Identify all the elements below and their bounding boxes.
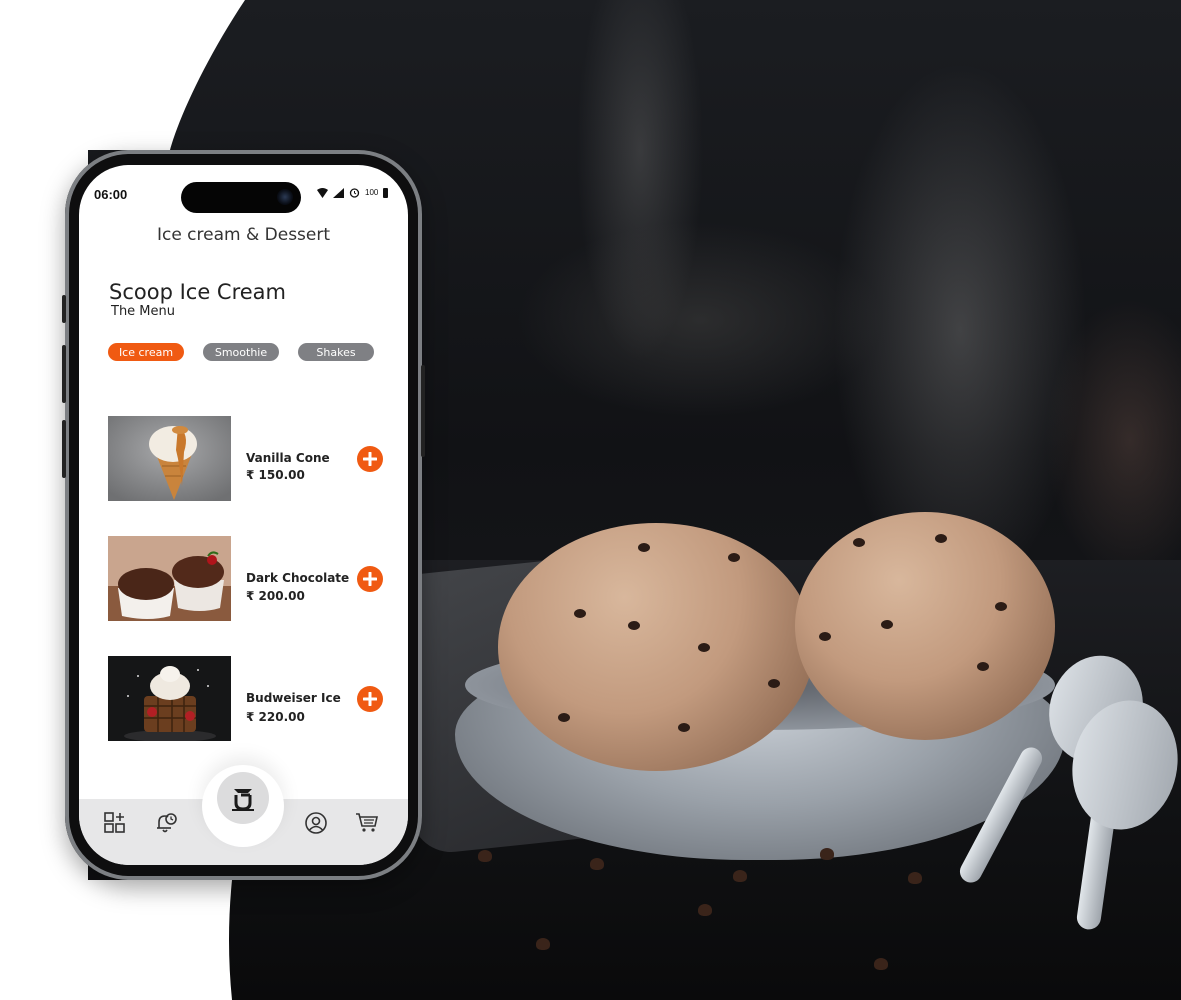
- item-price: ₹ 220.00: [246, 710, 305, 724]
- list-item[interactable]: Budweiser Ice ₹ 220.00: [108, 656, 383, 741]
- category-tabs: Ice cream Smoothie Shakes: [108, 343, 374, 361]
- menu-title: Scoop Ice Cream: [109, 280, 286, 304]
- plus-icon: [363, 452, 377, 466]
- phone-mockup: 06:00 100 Ice cream & Dessert Scoop Ice …: [62, 150, 425, 880]
- item-name: Budweiser Ice: [246, 691, 341, 705]
- item-name: Dark Chocolate: [246, 571, 350, 585]
- add-button[interactable]: [357, 446, 383, 472]
- item-name: Vanilla Cone: [246, 451, 330, 465]
- plus-icon: [363, 572, 377, 586]
- signal-icon: [333, 187, 344, 198]
- brand-logo-icon: [232, 789, 254, 811]
- battery-percent: 100: [365, 188, 379, 197]
- dark-chocolate-image: [108, 536, 231, 621]
- add-button[interactable]: [357, 686, 383, 712]
- battery-icon: [383, 187, 389, 198]
- dynamic-island: [181, 182, 301, 213]
- tab-ice-cream[interactable]: Ice cream: [108, 343, 184, 361]
- app-title: Ice cream & Dessert: [156, 225, 331, 245]
- status-icons: 100: [317, 187, 389, 198]
- status-time: 06:00: [94, 187, 128, 202]
- bottom-nav: [79, 765, 408, 865]
- budweiser-ice-image: [108, 656, 231, 741]
- list-item[interactable]: Dark Chocolate ₹ 200.00: [108, 536, 383, 621]
- cart-icon[interactable]: [355, 811, 379, 835]
- item-price: ₹ 200.00: [246, 589, 305, 603]
- alarm-icon: [349, 188, 360, 198]
- add-button[interactable]: [357, 566, 383, 592]
- wifi-icon: [317, 187, 328, 198]
- bell-clock-icon[interactable]: [154, 811, 178, 835]
- vanilla-cone-image: [108, 416, 231, 501]
- phone-screen: 06:00 100 Ice cream & Dessert Scoop Ice …: [79, 165, 408, 865]
- user-icon[interactable]: [304, 811, 328, 835]
- item-price: ₹ 150.00: [246, 468, 305, 482]
- list-item[interactable]: Vanilla Cone ₹ 150.00: [108, 416, 383, 501]
- camera-icon: [277, 189, 293, 205]
- tab-shakes[interactable]: Shakes: [298, 343, 374, 361]
- brand-logo-button[interactable]: [217, 772, 269, 824]
- grid-add-icon[interactable]: [103, 811, 127, 835]
- plus-icon: [363, 692, 377, 706]
- tab-smoothie[interactable]: Smoothie: [203, 343, 279, 361]
- menu-subtitle: The Menu: [111, 304, 176, 319]
